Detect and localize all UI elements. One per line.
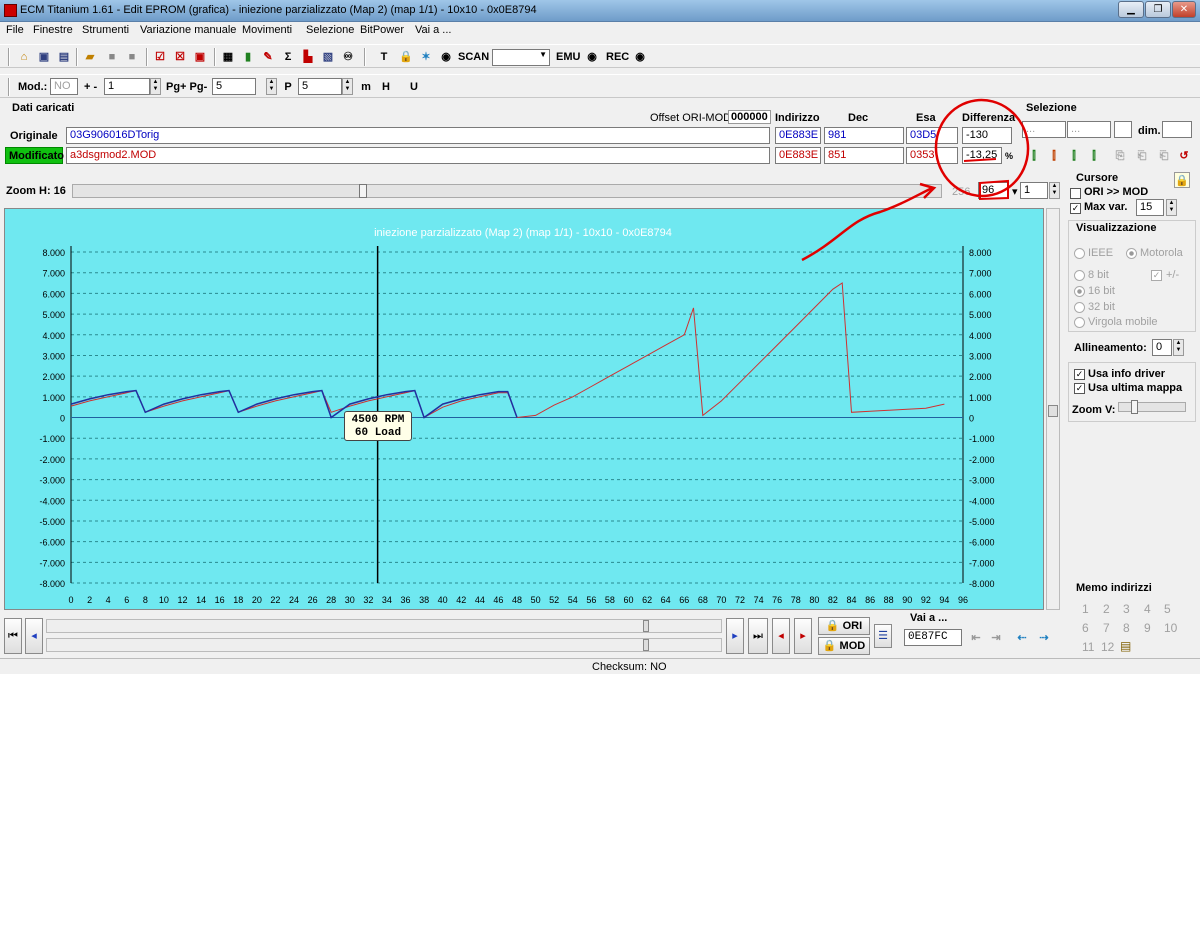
annotation-overlay — [801, 98, 1030, 262]
annotation-circle — [934, 98, 1030, 198]
main-window: ECM Titanium 1.61 - Edit EPROM (grafica)… — [0, 0, 1200, 674]
annotation-arrow — [801, 186, 933, 262]
annotation-underline — [963, 158, 997, 162]
